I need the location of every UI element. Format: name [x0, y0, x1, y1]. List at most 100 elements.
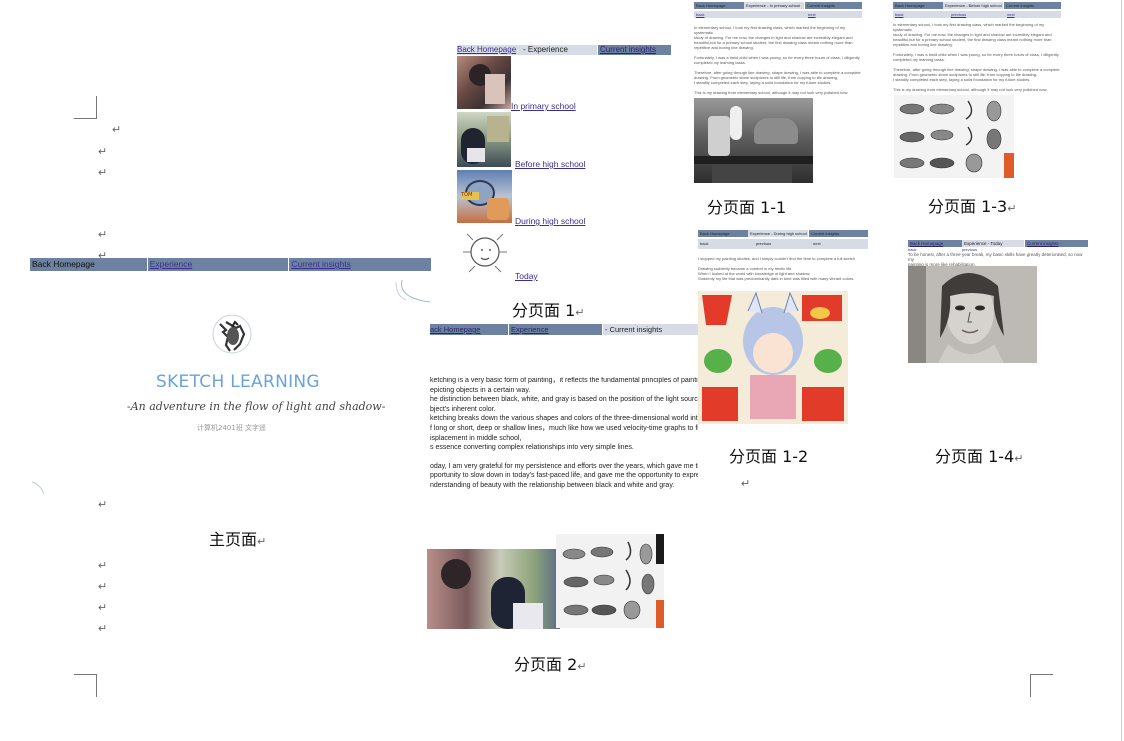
nav-current-insights[interactable]: Current insights — [1004, 2, 1061, 9]
body-paragraph: ketching is a very basic form of paintin… — [430, 377, 698, 384]
subpage1-3-text: In elementary school, I took my first dr… — [893, 22, 1061, 92]
caption-text: 分页面 1-1 — [707, 198, 787, 217]
paragraph-mark: ↵ — [98, 623, 108, 635]
nav-back-homepage[interactable]: Back Homepage — [457, 45, 521, 55]
text-line: Suddenly my life that was predominantly … — [698, 276, 855, 281]
subpage1-2-nav: Back Homepage Experience - During high s… — [698, 230, 868, 237]
body-paragraph — [430, 454, 698, 462]
nav-experience[interactable]: Experience - During high school — [748, 230, 808, 237]
nav-back[interactable]: back — [694, 11, 750, 18]
paragraph-mark: ↵ — [98, 146, 108, 158]
nav-back[interactable]: back — [893, 11, 949, 18]
paragraph-mark: ↵ — [112, 124, 122, 136]
body-paragraph: bject's inherent color. — [430, 405, 496, 413]
caption-subpage1-3: 分页面 1-3↵ — [928, 193, 1016, 217]
crop-mark-bottom-right — [1030, 674, 1053, 697]
caption-main-page: 主页面↵ — [209, 526, 266, 550]
subpage1-3-nav: Back Homepage Experience - Before high s… — [893, 2, 1061, 9]
caption-subpage1-1: 分页面 1-1 — [707, 194, 786, 218]
subpage1-nav: Back Homepage - Experience Current insig… — [457, 45, 671, 55]
link-in-primary-school[interactable]: In primary school — [511, 101, 576, 111]
nav-current-insights[interactable]: - Current insights — [603, 324, 698, 335]
text-line: To be honest, after a three-year break, … — [908, 252, 1083, 262]
nav-back-homepage[interactable]: Back Homepage — [30, 258, 147, 271]
main-page-nav: Back Homepage Experience Current insight… — [30, 258, 431, 271]
nav-back-homepage[interactable]: Back Homepage — [893, 2, 943, 9]
nav-next[interactable]: next — [1005, 11, 1061, 18]
logo-icon — [212, 314, 252, 354]
paragraph-mark: ↵ — [98, 229, 108, 241]
nav-back[interactable]: back — [698, 239, 754, 249]
caption-subpage1-2: 分页面 1-2 — [729, 443, 808, 467]
decorative-arc — [395, 279, 431, 303]
subpage1-2-subnav: back previous next — [698, 239, 868, 249]
caption-text: 分页面 1 — [512, 301, 576, 320]
body-paragraph: oday, I am very grateful for my persiste… — [430, 462, 698, 470]
body-paragraph: nderstanding of beauty with the relation… — [430, 481, 675, 489]
subpage1-2-text: I stopped my painting studies, and I sim… — [698, 256, 868, 281]
nav-previous[interactable]: previous — [949, 11, 1005, 18]
link-during-high-school[interactable]: During high school — [515, 216, 585, 226]
nav-previous[interactable]: previous — [754, 239, 811, 249]
paragraph-mark: ↵ — [98, 560, 108, 572]
body-paragraph: ketching breaks down the various shapes … — [430, 415, 698, 423]
nav-current-insights[interactable]: Current insights — [1025, 240, 1088, 247]
page-subtitle: -An adventure in the flow of light and s… — [127, 400, 386, 413]
paragraph-mark: ↵ — [741, 478, 751, 490]
nav-next[interactable]: next — [806, 11, 862, 18]
paragraph-mark: ↵ — [577, 660, 587, 673]
caption-text: 分页面 1-2 — [729, 447, 809, 466]
nav-experience[interactable]: Experience — [509, 324, 602, 335]
photo-colorful-anime-drawing — [698, 291, 848, 424]
subpage1-3-subnav: back previous next — [893, 11, 1061, 18]
decorative-arc — [31, 481, 45, 495]
sketch-doodle-icon — [457, 226, 513, 280]
nav-experience[interactable]: - Experience — [521, 45, 597, 55]
page-title: SKETCH LEARNING — [156, 372, 320, 392]
right-page-edge — [1121, 0, 1122, 741]
photo-child-at-easel — [457, 112, 511, 167]
text-line: This is my drawing from elementary schoo… — [893, 87, 1048, 92]
author-line: 计算机2401班 文字遥 — [197, 424, 267, 432]
photo-eyes-nose-sketch — [894, 95, 1014, 178]
photo-child-painting — [457, 56, 511, 109]
nav-next[interactable]: next — [811, 239, 868, 249]
nav-experience[interactable]: Experience — [147, 258, 289, 271]
nav-back-homepage[interactable]: ack Homepage — [430, 324, 508, 335]
photo-facial-features-sketch — [556, 534, 664, 628]
nav-experience[interactable]: Experience - Before high school — [943, 2, 1003, 9]
text-line: I stopped my painting studies, and I sim… — [698, 256, 856, 261]
paragraph-mark: ↵ — [98, 581, 108, 593]
subpage2-nav: ack Homepage Experience - Current insigh… — [430, 324, 698, 335]
crop-mark-top-left — [74, 96, 97, 119]
nav-previous[interactable] — [750, 11, 806, 18]
caption-subpage1-4: 分页面 1-4↵ — [935, 443, 1023, 467]
caption-text: 分页面 2 — [514, 655, 578, 674]
caption-text: 分页面 1-4 — [935, 447, 1015, 466]
nav-experience[interactable]: Experience - Today — [962, 240, 1024, 247]
subpage1-1-subnav: back next — [694, 11, 862, 18]
photo-still-life-sketch — [694, 98, 813, 183]
paragraph-mark: ↵ — [1007, 202, 1017, 215]
nav-current-insights[interactable]: Current insights — [289, 258, 431, 271]
nav-experience[interactable]: Experience - In primary school — [744, 2, 804, 9]
text-line: This is my drawing from elementary schoo… — [694, 90, 849, 95]
nav-current-insights[interactable]: Current insights — [805, 2, 862, 9]
caption-text: 分页面 1-3 — [928, 197, 1008, 216]
link-today[interactable]: Today — [515, 271, 538, 281]
nav-back-homepage[interactable]: Back Homepage — [694, 2, 744, 9]
paragraph-mark: ↵ — [257, 535, 267, 548]
subpage1-4-nav: Back Homepage Experience - Today Current… — [908, 240, 1088, 247]
nav-back-homepage[interactable]: Back Homepage — [698, 230, 748, 237]
nav-back-homepage[interactable]: Back Homepage — [908, 240, 962, 247]
nav-current-insights[interactable]: Current insights — [598, 45, 671, 55]
body-paragraph: s essence converting complex relationshi… — [430, 444, 634, 452]
text-line: In elementary school, I took my first dr… — [694, 25, 846, 35]
nav-current-insights[interactable]: Current insights — [809, 230, 868, 237]
paragraph-mark: ↵ — [98, 167, 108, 179]
photo-cartoon-drawing: TOM — [457, 170, 512, 223]
body-paragraph: pportunity to slow down in today's fast-… — [430, 472, 698, 480]
photo-child-at-easel-wide — [427, 549, 560, 629]
body-paragraph: f long or short, deep or shallow lines，m… — [430, 424, 698, 432]
link-before-high-school[interactable]: Before high school — [515, 159, 585, 169]
